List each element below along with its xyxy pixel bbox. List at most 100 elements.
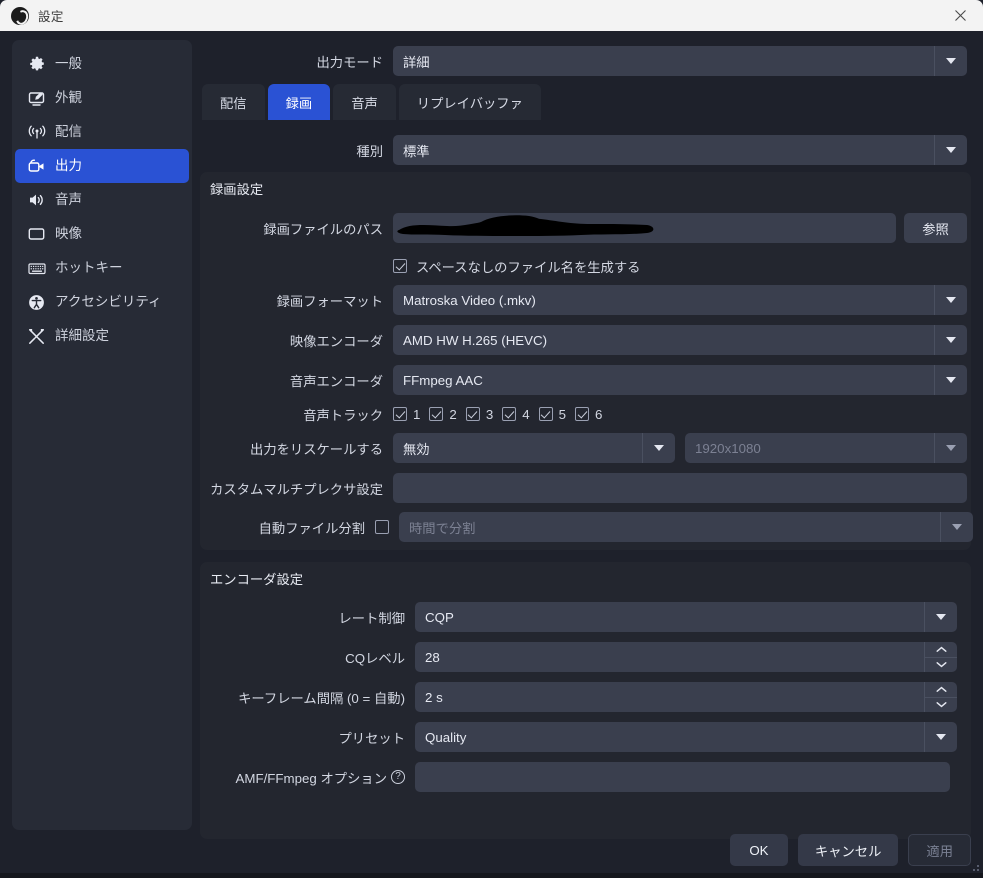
sidebar-item-output[interactable]: 出力 (15, 149, 189, 183)
audio-track-3[interactable]: 3 (466, 407, 493, 422)
recording-format-row: 録画フォーマット Matroska Video (.mkv) (200, 285, 967, 315)
sidebar-item-accessibility[interactable]: アクセシビリティ (15, 285, 189, 319)
sidebar-item-general[interactable]: 一般 (15, 47, 189, 81)
chevron-down-icon[interactable] (924, 722, 957, 752)
rescale-output-select[interactable]: 無効 (393, 433, 675, 463)
rate-control-value: CQP (425, 610, 454, 625)
spinner-control[interactable] (924, 682, 957, 712)
help-icon[interactable]: ? (391, 770, 405, 784)
accessibility-icon (27, 293, 46, 312)
auto-file-split-checkbox[interactable] (375, 520, 389, 534)
audio-track-number: 1 (413, 407, 420, 422)
custom-muxer-input[interactable] (393, 473, 967, 503)
audio-track-checkbox[interactable] (539, 407, 553, 421)
browse-button[interactable]: 参照 (904, 213, 967, 243)
amf-options-input[interactable] (415, 762, 950, 792)
rescale-resolution-select: 1920x1080 (685, 433, 967, 463)
chevron-down-icon[interactable] (934, 46, 967, 76)
keyframe-interval-input[interactable]: 2 s (415, 682, 957, 712)
sidebar-item-advanced[interactable]: 詳細設定 (15, 319, 189, 353)
recording-format-select[interactable]: Matroska Video (.mkv) (393, 285, 967, 315)
encoder-settings-group: エンコーダ設定 レート制御 CQP CQレベル 28 (200, 562, 971, 839)
dialog-body: 一般 外観 (0, 31, 983, 878)
audio-track-checkbox[interactable] (575, 407, 589, 421)
chevron-down-icon[interactable] (934, 285, 967, 315)
audio-track-2[interactable]: 2 (429, 407, 456, 422)
tab-label: 録画 (286, 93, 313, 112)
tab-recording[interactable]: 録画 (268, 84, 331, 120)
sidebar-item-label: ホットキー (55, 261, 123, 276)
chevron-down-icon[interactable] (934, 135, 967, 165)
no-space-filename-checkbox[interactable] (393, 259, 407, 273)
sidebar-item-label: 一般 (55, 57, 82, 72)
output-mode-row: 出力モード 詳細 (196, 46, 971, 76)
chevron-down-icon (934, 433, 967, 463)
sidebar-item-video[interactable]: 映像 (15, 217, 189, 251)
rate-control-row: レート制御 CQP (200, 602, 957, 632)
auto-file-split-select: 時間で分割 (399, 512, 973, 542)
recording-path-row: 録画ファイルのパス 参照 (200, 213, 967, 243)
recording-path-input[interactable] (393, 213, 896, 243)
recording-format-label: 録画フォーマット (200, 291, 393, 310)
cancel-label: キャンセル (815, 841, 881, 860)
tab-audio[interactable]: 音声 (333, 84, 396, 120)
rescale-resolution-value: 1920x1080 (695, 441, 761, 456)
settings-sidebar: 一般 外観 (12, 40, 192, 830)
recording-settings-title: 録画設定 (210, 179, 263, 198)
spinner-down-icon[interactable] (936, 658, 947, 672)
audio-track-checkbox[interactable] (429, 407, 443, 421)
chevron-down-icon[interactable] (934, 325, 967, 355)
custom-muxer-row: カスタムマルチプレクサ設定 (200, 473, 967, 503)
audio-track-checkbox[interactable] (393, 407, 407, 421)
video-encoder-select[interactable]: AMD HW H.265 (HEVC) (393, 325, 967, 355)
cq-level-input[interactable]: 28 (415, 642, 957, 672)
chevron-down-icon[interactable] (924, 602, 957, 632)
recording-format-value: Matroska Video (.mkv) (403, 293, 536, 308)
recording-path-label: 録画ファイルのパス (200, 219, 393, 238)
apply-label: 適用 (926, 841, 953, 860)
chevron-down-icon (940, 512, 973, 542)
rescale-output-value: 無効 (403, 439, 430, 458)
recording-type-value: 標準 (403, 141, 430, 160)
rescale-output-label: 出力をリスケールする (200, 439, 393, 458)
recording-type-select[interactable]: 標準 (393, 135, 967, 165)
chevron-down-icon[interactable] (642, 433, 675, 463)
preset-select[interactable]: Quality (415, 722, 957, 752)
close-icon[interactable] (937, 0, 983, 31)
chevron-down-icon[interactable] (934, 365, 967, 395)
tab-replay-buffer[interactable]: リプレイバッファ (399, 84, 541, 120)
audio-track-4[interactable]: 4 (502, 407, 529, 422)
spinner-up-icon[interactable] (936, 643, 947, 657)
output-mode-select[interactable]: 詳細 (393, 46, 967, 76)
sidebar-item-label: 外観 (55, 91, 82, 106)
output-mode-label: 出力モード (196, 52, 393, 71)
rate-control-label: レート制御 (200, 608, 415, 627)
audio-track-checkbox[interactable] (466, 407, 480, 421)
audio-encoder-select[interactable]: FFmpeg AAC (393, 365, 967, 395)
audio-track-checkbox[interactable] (502, 407, 516, 421)
ok-button[interactable]: OK (730, 834, 788, 866)
sidebar-item-appearance[interactable]: 外観 (15, 81, 189, 115)
audio-track-6[interactable]: 6 (575, 407, 602, 422)
background-window-strip (0, 873, 983, 878)
sidebar-item-hotkeys[interactable]: ホットキー (15, 251, 189, 285)
no-space-filename-label: スペースなしのファイル名を生成する (416, 257, 640, 276)
sidebar-item-audio[interactable]: 音声 (15, 183, 189, 217)
rate-control-select[interactable]: CQP (415, 602, 957, 632)
spinner-up-icon[interactable] (936, 683, 947, 697)
tab-stream[interactable]: 配信 (202, 84, 265, 120)
audio-track-5[interactable]: 5 (539, 407, 566, 422)
spinner-down-icon[interactable] (936, 698, 947, 712)
spinner-control[interactable] (924, 642, 957, 672)
sidebar-item-label: 音声 (55, 193, 82, 208)
sidebar-item-stream[interactable]: 配信 (15, 115, 189, 149)
sidebar-item-label: 映像 (55, 227, 82, 242)
amf-options-row: AMF/FFmpeg オプション ? (200, 762, 950, 792)
auto-file-split-placeholder: 時間で分割 (409, 518, 475, 537)
sidebar-item-label: 詳細設定 (55, 329, 109, 344)
audio-tracks-label: 音声トラック (200, 405, 393, 424)
encoder-settings-title: エンコーダ設定 (210, 569, 303, 588)
cancel-button[interactable]: キャンセル (798, 834, 898, 866)
recording-type-label: 種別 (196, 141, 393, 160)
audio-track-1[interactable]: 1 (393, 407, 420, 422)
